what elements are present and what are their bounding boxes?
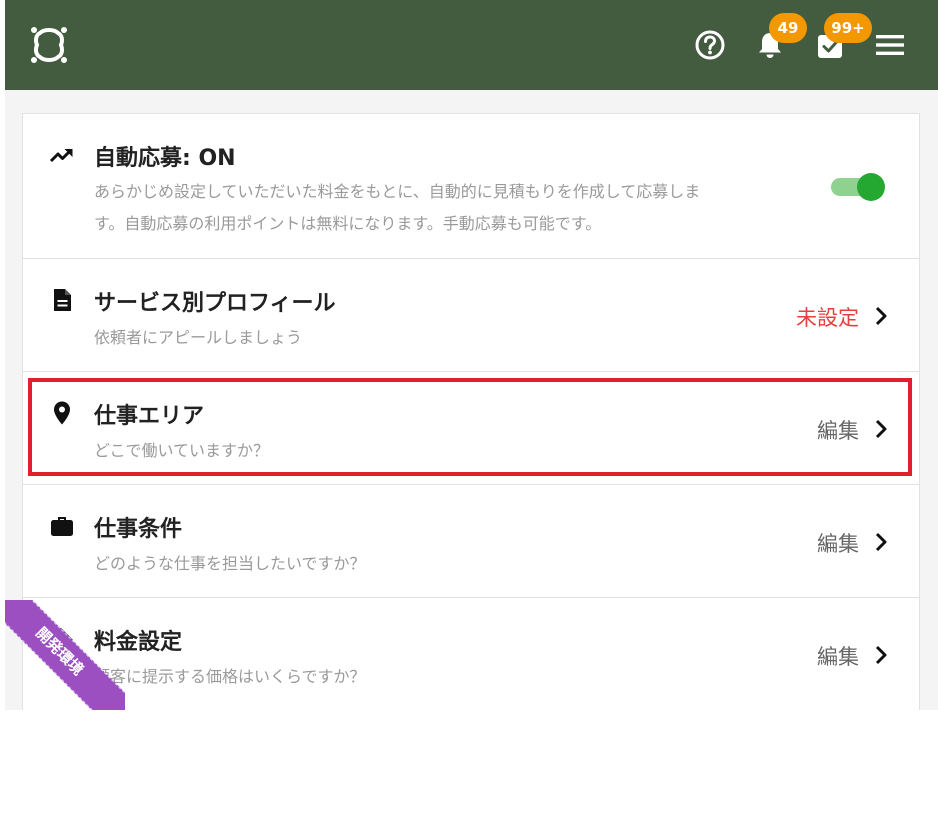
app-viewport: 49 99+ 自動応募: ON あらかじめ設定していただいた料金をもとに、自動的… [5, 0, 938, 710]
hamburger-menu-icon[interactable] [873, 28, 907, 62]
pricing-edit-link: 編集 [817, 645, 859, 669]
service-profile-title: サービス別プロフィール [94, 291, 336, 316]
toggle-knob [857, 173, 885, 201]
chevron-right-icon [875, 306, 887, 326]
chevron-right-icon [875, 532, 887, 552]
pricing-title: 料金設定 [94, 630, 183, 655]
work-conditions-row[interactable]: 仕事条件 どのような仕事を担当したいですか？ 編集 [23, 485, 919, 598]
auto-apply-toggle[interactable] [829, 172, 887, 202]
help-icon[interactable] [693, 28, 727, 62]
work-conditions-title: 仕事条件 [94, 517, 183, 542]
app-header: 49 99+ [5, 0, 938, 90]
work-area-edit-link: 編集 [817, 419, 859, 443]
work-conditions-description: どのような仕事を担当したいですか？ [94, 554, 366, 573]
pricing-row[interactable]: 料金設定 顧客に提示する価格はいくらですか？ 編集 [23, 598, 919, 710]
service-profile-status: 未設定 [796, 306, 859, 330]
trending-up-icon [49, 149, 73, 163]
auto-apply-title: 自動応募: ON [94, 146, 236, 171]
work-area-row[interactable]: 仕事エリア どこで働いていますか？ 編集 [23, 372, 919, 485]
notification-count-badge: 49 [769, 13, 807, 43]
pricing-description: 顧客に提示する価格はいくらですか？ [94, 667, 366, 686]
chevron-right-icon [875, 419, 887, 439]
work-area-description: どこで働いていますか？ [94, 441, 270, 460]
service-profile-row[interactable]: サービス別プロフィール 依頼者にアピールしましょう 未設定 [23, 259, 919, 372]
tag-icon [51, 628, 73, 650]
document-icon [54, 289, 71, 311]
service-profile-description: 依頼者にアピールしましょう [94, 328, 303, 347]
chevron-right-icon [875, 645, 887, 665]
work-conditions-edit-link: 編集 [817, 532, 859, 556]
briefcase-icon [51, 517, 73, 536]
auto-apply-description-line2: す。自動応募の利用ポイントは無料になります。手動応募も可能です。 [94, 214, 602, 233]
location-pin-icon [54, 401, 70, 425]
auto-apply-row: 自動応募: ON あらかじめ設定していただいた料金をもとに、自動的に見積もりを作… [23, 114, 919, 259]
task-count-badge: 99+ [824, 13, 872, 43]
settings-card: 自動応募: ON あらかじめ設定していただいた料金をもとに、自動的に見積もりを作… [22, 113, 920, 710]
logo-icon[interactable] [28, 24, 70, 66]
work-area-title: 仕事エリア [94, 404, 205, 429]
auto-apply-description-line1: あらかじめ設定していただいた料金をもとに、自動的に見積もりを作成して応募しま [94, 182, 701, 201]
